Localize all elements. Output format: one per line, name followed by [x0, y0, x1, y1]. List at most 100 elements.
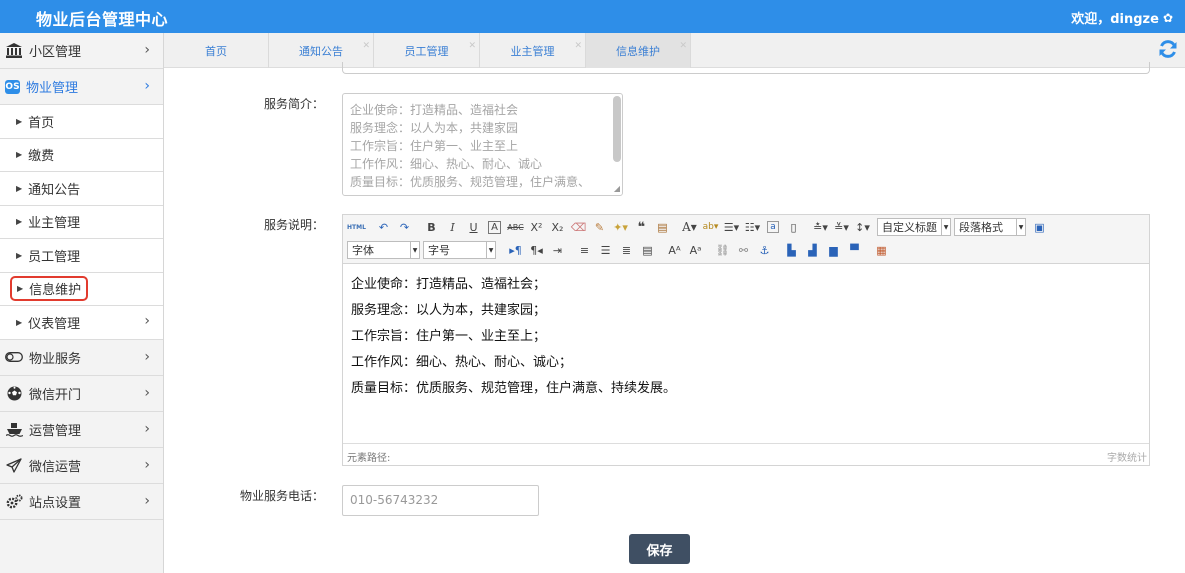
sidebar-item-notices[interactable]: ▶ 通知公告 — [0, 172, 163, 206]
subscript-icon[interactable]: X₂ — [547, 217, 568, 237]
sidebar-group-community[interactable]: 小区管理 › — [0, 33, 163, 69]
lowercase-icon[interactable]: Aᵃ — [685, 240, 706, 260]
refresh-icon[interactable] — [1157, 39, 1179, 61]
caret-right-icon: ▶ — [16, 116, 23, 126]
clear-document-icon[interactable]: ▯ — [783, 217, 804, 237]
font-family-select-value: 字体 — [352, 244, 374, 257]
anchor-icon[interactable]: ⚓ — [754, 240, 775, 260]
html-source-button[interactable]: HTML — [346, 217, 367, 237]
sidebar-group-services[interactable]: 物业服务 › — [0, 340, 163, 376]
highlight-color-icon[interactable]: ab▾ — [700, 217, 721, 237]
content-line: 服务理念：以人为本，共建家园； — [351, 303, 547, 318]
strikethrough-icon[interactable]: ABC — [505, 217, 526, 237]
soccer-icon — [5, 384, 23, 402]
chevron-right-icon: › — [144, 78, 150, 94]
redo-icon[interactable]: ↷ — [394, 217, 415, 237]
sidebar-group-wechat-door[interactable]: 微信开门 › — [0, 376, 163, 412]
tab-label: 业主管理 — [510, 44, 555, 58]
resize-grip-icon[interactable]: ◢ — [614, 184, 620, 193]
align-right-icon[interactable]: ≣ — [616, 240, 637, 260]
building-icon — [5, 42, 23, 60]
sidebar-item-staff[interactable]: ▶ 员工管理 — [0, 239, 163, 273]
sidebar-item-payment[interactable]: ▶ 缴费 — [0, 138, 163, 172]
preview-icon[interactable]: ▣ — [1029, 217, 1050, 237]
sidebar-item-label: 员工管理 — [28, 249, 81, 265]
italic-icon[interactable]: I — [442, 217, 463, 237]
link-icon[interactable]: ⛓ — [712, 240, 733, 260]
border-icon[interactable]: A — [488, 220, 501, 234]
image-center-icon[interactable]: ▀ — [844, 240, 865, 260]
paragraph-format-select-value: 段落格式 — [959, 221, 1003, 234]
content-line: 质量目标：优质服务、规范管理，住户满意、持续发展。 — [351, 381, 677, 396]
line-height-icon[interactable]: ↕▾ — [852, 217, 873, 237]
bold-icon[interactable]: B — [421, 217, 442, 237]
superscript-icon[interactable]: X² — [526, 217, 547, 237]
save-button[interactable]: 保存 — [629, 534, 690, 564]
main-content: 服务简介： 企业使命：打造精品、造福社会 服务理念：以人为本，共建家园 工作宗旨… — [164, 62, 1185, 573]
sidebar-group-wechat-ops[interactable]: 微信运营 › — [0, 448, 163, 484]
sidebar-group-site-settings[interactable]: 站点设置 › — [0, 484, 163, 520]
close-icon[interactable]: ✕ — [574, 41, 582, 51]
sidebar-item-meters[interactable]: ▶ 仪表管理 › — [0, 306, 163, 340]
current-item-highlight: ▶ 信息维护 — [10, 276, 89, 302]
ordered-list-icon[interactable]: ☰▾ — [721, 217, 742, 237]
rtl-icon[interactable]: ¶◂ — [526, 240, 547, 260]
eraser-icon[interactable]: ⌫ — [568, 217, 589, 237]
font-size-select[interactable]: 字号 ▼ — [423, 241, 496, 259]
ltr-icon[interactable]: ▸¶ — [505, 240, 526, 260]
sidebar-item-owners[interactable]: ▶ 业主管理 — [0, 205, 163, 239]
ship-icon — [5, 420, 23, 438]
close-icon[interactable]: ✕ — [468, 41, 476, 51]
image-right-icon[interactable]: ▟ — [802, 240, 823, 260]
format-painter-icon[interactable]: ✎ — [589, 217, 610, 237]
justify-icon[interactable]: ▤ — [637, 240, 658, 260]
sidebar-item-label: 业主管理 — [28, 216, 81, 232]
gear-icon[interactable]: ✿ — [1163, 11, 1173, 25]
paragraph-format-select[interactable]: 段落格式 ▼ — [954, 218, 1026, 236]
uppercase-icon[interactable]: Aᴬ — [664, 240, 685, 260]
tab-label: 员工管理 — [404, 44, 449, 58]
insert-image-icon[interactable]: ▦ — [871, 240, 892, 260]
sidebar-item-label: 首页 — [28, 115, 55, 131]
gears-icon — [5, 492, 23, 510]
tab-label: 通知公告 — [299, 44, 343, 58]
word-count: 字数统计 — [1107, 453, 1147, 464]
custom-title-select[interactable]: 自定义标题 ▼ — [877, 218, 951, 236]
align-center-icon[interactable]: ☰ — [595, 240, 616, 260]
align-left-icon[interactable]: ≡ — [574, 240, 595, 260]
phone-value: 010-56743232 — [350, 493, 439, 507]
row-spacing-bottom-icon[interactable]: ≚▾ — [831, 217, 852, 237]
paste-plain-icon[interactable]: ▤ — [652, 217, 673, 237]
content-line: 企业使命：打造精品、造福社会； — [351, 277, 547, 292]
blockquote-icon[interactable]: ❝ — [631, 217, 652, 237]
image-left-icon[interactable]: ▙ — [781, 240, 802, 260]
user-welcome[interactable]: 欢迎，dingze ✿ — [1071, 8, 1173, 28]
sidebar-group-property[interactable]: OS 物业管理 › — [0, 69, 163, 105]
indent-icon[interactable]: ⇥ — [547, 240, 568, 260]
sidebar-group-operations[interactable]: 运营管理 › — [0, 412, 163, 448]
select-all-icon[interactable]: a — [767, 221, 779, 233]
unordered-list-icon[interactable]: ☷▾ — [742, 217, 763, 237]
image-none-icon[interactable]: ▆ — [823, 240, 844, 260]
editor-content[interactable]: 企业使命：打造精品、造福社会； 服务理念：以人为本，共建家园； 工作宗旨：住户第… — [343, 264, 1149, 402]
row-spacing-top-icon[interactable]: ≛▾ — [810, 217, 831, 237]
undo-icon[interactable]: ↶ — [373, 217, 394, 237]
unlink-icon[interactable]: ⚯ — [733, 240, 754, 260]
font-color-icon[interactable]: A▾ — [679, 217, 700, 237]
phone-input[interactable]: 010-56743232 — [342, 485, 539, 516]
caret-right-icon: ▶ — [16, 183, 23, 193]
previous-field-bottom[interactable] — [342, 62, 1150, 74]
sidebar-item-info-maintenance[interactable]: ▶ 信息维护 — [0, 272, 163, 306]
sidebar-item-home[interactable]: ▶ 首页 — [0, 105, 163, 139]
sidebar-item-label: 仪表管理 — [28, 316, 81, 332]
close-icon[interactable]: ✕ — [679, 41, 687, 51]
tab-home[interactable]: 首页 — [164, 33, 269, 68]
auto-format-icon[interactable]: ✦▾ — [610, 217, 631, 237]
underline-icon[interactable]: U — [463, 217, 484, 237]
font-family-select[interactable]: 字体 ▼ — [347, 241, 420, 259]
close-icon[interactable]: ✕ — [362, 41, 370, 51]
intro-textarea[interactable]: 企业使命：打造精品、造福社会 服务理念：以人为本，共建家园 工作宗旨：住户第一、… — [342, 93, 623, 196]
textarea-scrollbar[interactable] — [613, 96, 621, 162]
sidebar-group-label: 物业服务 — [29, 351, 82, 367]
top-header: 物业后台管理中心 欢迎，dingze ✿ — [0, 0, 1185, 33]
